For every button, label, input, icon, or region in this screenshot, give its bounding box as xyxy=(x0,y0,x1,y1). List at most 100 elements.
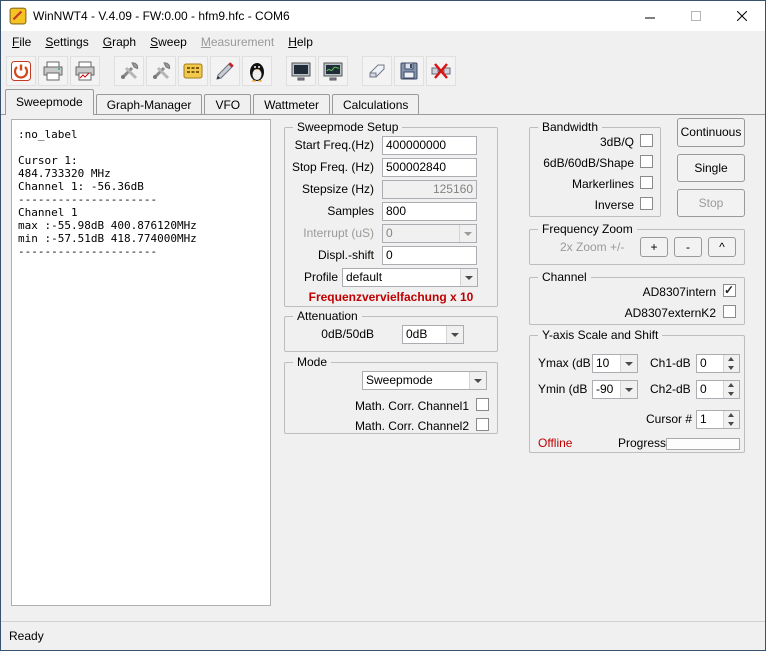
spin-down-icon[interactable] xyxy=(724,390,739,399)
sweepmode-setup-group: Sweepmode Setup Start Freq.(Hz) 40000000… xyxy=(284,127,498,307)
ad8307-intern-label: AD8307intern xyxy=(530,285,716,299)
info-line: --------------------- xyxy=(18,245,264,258)
start-freq-label: Start Freq.(Hz) xyxy=(285,138,374,152)
penguin-icon xyxy=(245,59,269,83)
menu-file[interactable]: File xyxy=(5,31,38,53)
tools-button-2[interactable] xyxy=(146,56,176,86)
keypad-button[interactable] xyxy=(178,56,208,86)
samples-label: Samples xyxy=(285,204,374,218)
status-text: Ready xyxy=(9,622,44,651)
winnwt4-window: WinNWT4 - V.4.09 - FW:0.00 - hfm9.hfc - … xyxy=(0,0,766,651)
bw-6db-label: 6dB/60dB/Shape xyxy=(530,156,634,170)
attenuation-label: 0dB/50dB xyxy=(285,327,374,341)
progress-bar xyxy=(666,438,740,450)
display-button[interactable] xyxy=(286,56,316,86)
menu-help[interactable]: Help xyxy=(281,31,320,53)
single-button[interactable]: Single xyxy=(677,154,745,182)
save-button[interactable] xyxy=(394,56,424,86)
bw-markerlines-checkbox[interactable] xyxy=(640,176,653,189)
info-line: 484.733320 MHz xyxy=(18,167,264,180)
spin-up-icon[interactable] xyxy=(724,355,739,364)
profile-combo[interactable]: default xyxy=(342,268,478,287)
bw-markerlines-label: Markerlines xyxy=(530,177,634,191)
tab-vfo[interactable]: VFO xyxy=(204,94,251,114)
group-legend: Y-axis Scale and Shift xyxy=(538,328,662,342)
continuous-button[interactable]: Continuous xyxy=(677,118,745,147)
math-corr-ch2-checkbox[interactable] xyxy=(476,418,489,431)
bw-inverse-label: Inverse xyxy=(530,198,634,212)
group-legend: Bandwidth xyxy=(538,120,602,134)
cursor-number-spinner[interactable]: 1 xyxy=(696,410,740,429)
mode-combo[interactable]: Sweepmode xyxy=(362,371,487,390)
progress-label: Progress xyxy=(618,436,666,450)
interrupt-combo: 0 xyxy=(382,224,477,243)
ch2-db-spinner[interactable]: 0 xyxy=(696,380,740,399)
spin-down-icon[interactable] xyxy=(724,364,739,373)
bw-3db-checkbox[interactable] xyxy=(640,134,653,147)
spin-up-icon[interactable] xyxy=(724,381,739,390)
zoom-in-button[interactable]: + xyxy=(640,237,668,257)
zoom-out-button[interactable]: - xyxy=(674,237,702,257)
spin-up-icon[interactable] xyxy=(724,411,739,420)
penguin-button[interactable] xyxy=(242,56,272,86)
stop-button: Stop xyxy=(677,189,745,217)
yaxis-group: Y-axis Scale and Shift Ymax (dB 10 Ch1-d… xyxy=(529,335,745,453)
displ-shift-input[interactable]: 0 xyxy=(382,246,477,265)
chevron-down-icon[interactable] xyxy=(620,381,637,398)
tab-calculations[interactable]: Calculations xyxy=(332,94,419,114)
menu-settings[interactable]: Settings xyxy=(38,31,95,53)
print-button[interactable] xyxy=(38,56,68,86)
attenuation-group: Attenuation 0dB/50dB 0dB xyxy=(284,316,498,352)
save-icon xyxy=(397,59,421,83)
maximize-button[interactable] xyxy=(673,1,719,31)
ch1-db-spinner[interactable]: 0 xyxy=(696,354,740,373)
chevron-down-icon[interactable] xyxy=(446,326,463,343)
frequency-zoom-group: Frequency Zoom 2x Zoom +/- + - ^ xyxy=(529,229,745,265)
app-icon xyxy=(9,7,27,25)
power-icon xyxy=(9,59,33,83)
ymax-label: Ymax (dB xyxy=(538,356,591,370)
ad8307-extern-checkbox[interactable] xyxy=(723,305,736,318)
attenuation-combo[interactable]: 0dB xyxy=(402,325,464,344)
ymin-combo[interactable]: -90 xyxy=(592,380,638,399)
info-line xyxy=(18,141,264,154)
math-corr-ch1-label: Math. Corr. Channel1 xyxy=(285,399,469,413)
stop-freq-input[interactable]: 500002840 xyxy=(382,158,477,177)
spin-down-icon[interactable] xyxy=(724,420,739,429)
ymax-combo[interactable]: 10 xyxy=(592,354,638,373)
window-title: WinNWT4 - V.4.09 - FW:0.00 - hfm9.hfc - … xyxy=(33,9,627,23)
ymin-label: Ymin (dB xyxy=(538,382,587,396)
start-freq-input[interactable]: 400000000 xyxy=(382,136,477,155)
display-button-2[interactable] xyxy=(318,56,348,86)
minimize-button[interactable] xyxy=(627,1,673,31)
interrupt-label: Interrupt (uS) xyxy=(285,226,374,240)
measurement-info-panel[interactable]: :no_label Cursor 1: 484.733320 MHz Chann… xyxy=(11,119,271,606)
info-line: min :-57.51dB 418.774000MHz xyxy=(18,232,264,245)
math-corr-ch1-checkbox[interactable] xyxy=(476,398,489,411)
mode-group: Mode Sweepmode Math. Corr. Channel1 Math… xyxy=(284,362,498,434)
samples-input[interactable]: 800 xyxy=(382,202,477,221)
power-button[interactable] xyxy=(6,56,36,86)
chevron-down-icon[interactable] xyxy=(460,269,477,286)
zoom-up-button[interactable]: ^ xyxy=(708,237,736,257)
chevron-down-icon[interactable] xyxy=(620,355,637,372)
print-graph-button[interactable] xyxy=(70,56,100,86)
menu-graph[interactable]: Graph xyxy=(96,31,143,53)
ad8307-intern-checkbox[interactable] xyxy=(723,284,736,297)
eraser-button[interactable] xyxy=(362,56,392,86)
eraser-icon xyxy=(365,59,389,83)
disconnect-button[interactable] xyxy=(426,56,456,86)
bw-inverse-checkbox[interactable] xyxy=(640,197,653,210)
profile-label: Profile xyxy=(285,270,338,284)
bw-6db-checkbox[interactable] xyxy=(640,155,653,168)
titlebar: WinNWT4 - V.4.09 - FW:0.00 - hfm9.hfc - … xyxy=(1,1,765,31)
chevron-down-icon[interactable] xyxy=(469,372,486,389)
tab-wattmeter[interactable]: Wattmeter xyxy=(253,94,330,114)
tools-button[interactable] xyxy=(114,56,144,86)
menu-sweep[interactable]: Sweep xyxy=(143,31,194,53)
brush-button[interactable] xyxy=(210,56,240,86)
tab-graph-manager[interactable]: Graph-Manager xyxy=(96,94,203,114)
tab-sweepmode[interactable]: Sweepmode xyxy=(5,89,94,115)
menubar: File Settings Graph Sweep Measurement He… xyxy=(1,31,765,53)
close-button[interactable] xyxy=(719,1,765,31)
